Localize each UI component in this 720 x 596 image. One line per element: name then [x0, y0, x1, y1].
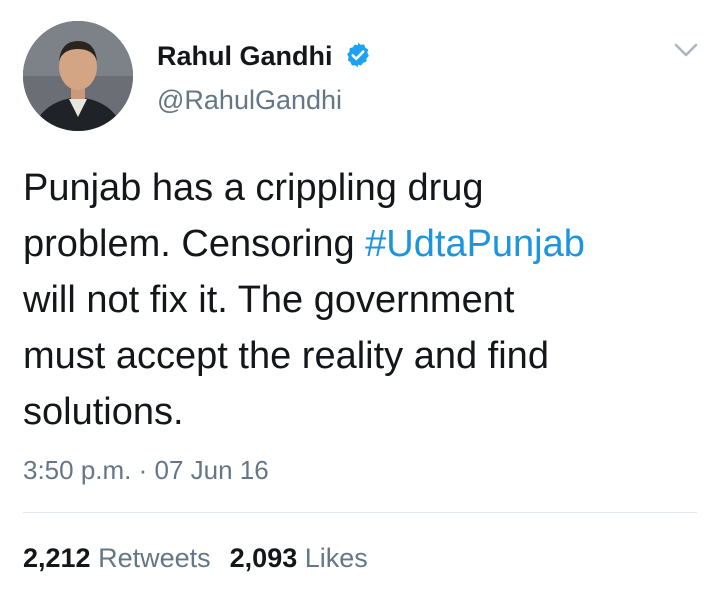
retweets-stat[interactable]: 2,212 Retweets	[23, 541, 211, 575]
retweets-count: 2,212	[23, 543, 91, 573]
tweet-text: Punjab has a crippling drug problem. Cen…	[23, 160, 703, 440]
tweet-timestamp[interactable]: 3:50 p.m. · 07 Jun 16	[23, 454, 269, 486]
divider	[23, 512, 697, 513]
tweet-text-segment: problem. Censoring	[23, 223, 366, 265]
avatar-image	[23, 21, 133, 131]
tweet-text-line: problem. Censoring #UdtaPunjab	[23, 216, 703, 272]
likes-label: Likes	[304, 543, 368, 573]
author-name[interactable]: Rahul Gandhi	[157, 40, 333, 72]
tweet-text-line: solutions.	[23, 391, 184, 433]
tweet-text-line: must accept the reality and find	[23, 335, 549, 377]
likes-count: 2,093	[229, 543, 298, 573]
author-handle[interactable]: @RahulGandhi	[157, 84, 342, 116]
tweet-text-line: will not fix it. The government	[23, 279, 515, 321]
likes-stat[interactable]: 2,093 Likes	[230, 541, 368, 575]
tweet-text-line: Punjab has a crippling drug	[23, 167, 484, 209]
verified-badge-icon	[347, 42, 369, 68]
tweet-card: Rahul Gandhi @RahulGandhi Punjab has a c…	[0, 0, 720, 596]
tweet-stats: 2,212 Retweets 2,093 Likes	[23, 541, 387, 575]
chevron-down-icon[interactable]	[673, 40, 699, 60]
avatar[interactable]	[23, 21, 133, 131]
retweets-label: Retweets	[98, 543, 211, 573]
hashtag-link[interactable]: #UdtaPunjab	[365, 223, 585, 265]
